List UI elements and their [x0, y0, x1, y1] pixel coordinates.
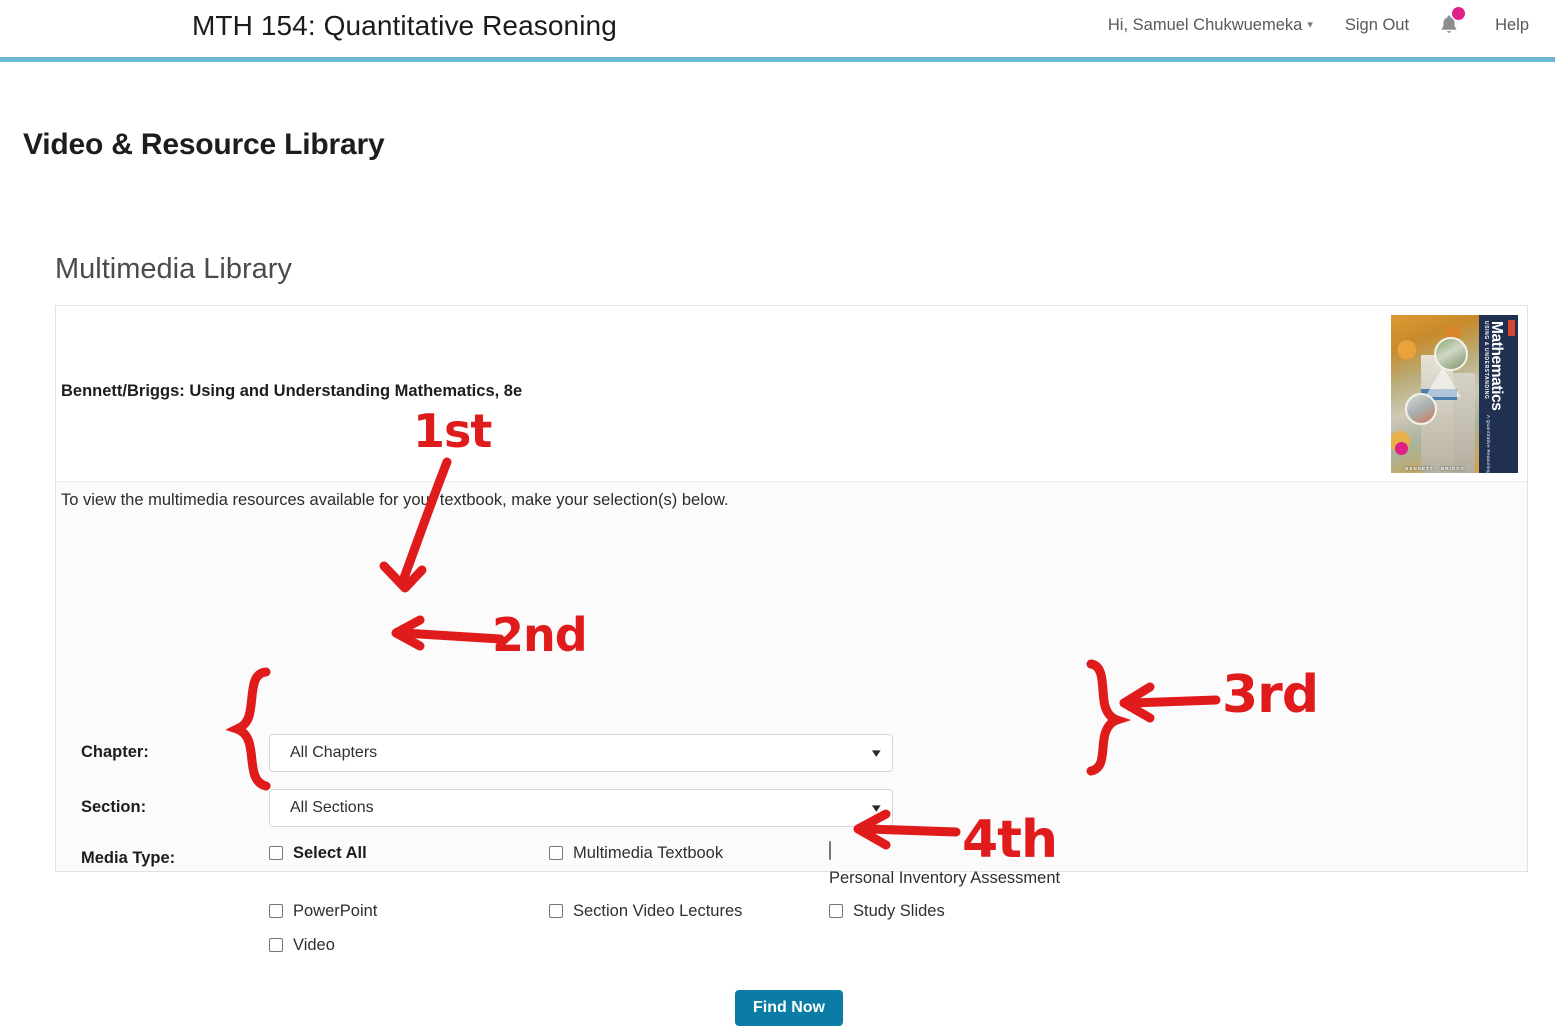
- section-label: Section:: [81, 798, 147, 816]
- notifications-button[interactable]: [1425, 7, 1479, 36]
- cover-photo-bubble-bottom: [1405, 393, 1437, 425]
- section-select-value: All Sections: [290, 799, 374, 816]
- checkbox-box-icon[interactable]: [829, 904, 843, 918]
- checkbox-section-video-lectures[interactable]: Section Video Lectures: [549, 900, 829, 934]
- find-now-button[interactable]: Find Now: [735, 990, 843, 1026]
- course-title: MTH 154: Quantitative Reasoning: [192, 10, 617, 41]
- textbook-title: Bennett/Briggs: Using and Understanding …: [61, 382, 523, 400]
- media-type-label: Media Type:: [81, 849, 176, 867]
- textbook-cover-image: BENNETT • BRIGGS USING & UNDERSTANDING M…: [1391, 315, 1518, 473]
- checkbox-label: Multimedia Textbook: [573, 844, 724, 862]
- sign-out-link[interactable]: Sign Out: [1329, 16, 1425, 35]
- cover-authors: BENNETT • BRIGGS: [1405, 466, 1465, 471]
- notification-badge: [1452, 7, 1466, 20]
- user-menu[interactable]: Hi, Samuel Chukwuemeka ▾: [1092, 16, 1329, 35]
- cover-spine-accent: [1508, 320, 1515, 336]
- checkbox-powerpoint[interactable]: PowerPoint: [269, 900, 549, 934]
- page-title: Video & Resource Library: [23, 128, 385, 161]
- cover-photo: BENNETT • BRIGGS: [1391, 315, 1479, 473]
- chevron-down-icon: ▾: [872, 800, 882, 815]
- cover-photo-bubble-top: [1434, 337, 1468, 371]
- checkbox-label: Personal Inventory Assessment: [829, 869, 1061, 887]
- media-type-options: Select All Multimedia Textbook Personal …: [269, 841, 1329, 968]
- checkbox-box-icon[interactable]: [829, 841, 831, 860]
- checkbox-box-icon[interactable]: [549, 846, 563, 860]
- top-header: MTH 154: Quantitative Reasoning Hi, Samu…: [0, 0, 1555, 57]
- checkbox-video[interactable]: Video: [269, 934, 549, 968]
- chapter-select[interactable]: All Chapters ▾: [269, 734, 893, 772]
- user-greeting-label: Hi, Samuel Chukwuemeka: [1107, 15, 1303, 34]
- checkbox-label: Select All: [293, 844, 367, 862]
- checkbox-label: PowerPoint: [293, 902, 378, 920]
- checkbox-label: Video: [293, 936, 335, 954]
- section-heading: Multimedia Library: [55, 253, 292, 285]
- checkbox-box-icon[interactable]: [269, 904, 283, 918]
- cover-spine-subtitle-bottom: A Quantitative Reasoning Approach: [1486, 415, 1491, 473]
- header-divider: [0, 57, 1555, 62]
- card-header: Bennett/Briggs: Using and Understanding …: [56, 306, 1527, 482]
- card-body: To view the multimedia resources availab…: [56, 482, 1527, 1026]
- section-select[interactable]: All Sections ▾: [269, 789, 893, 827]
- checkbox-box-icon[interactable]: [269, 938, 283, 952]
- checkbox-multimedia-textbook[interactable]: Multimedia Textbook: [549, 842, 829, 900]
- multimedia-library-card: Bennett/Briggs: Using and Understanding …: [55, 305, 1528, 1026]
- help-link[interactable]: Help: [1479, 16, 1545, 35]
- pearson-logo-icon: [1395, 442, 1408, 455]
- checkbox-personal-inventory-assessment[interactable]: Personal Inventory Assessment: [829, 841, 1129, 900]
- checkbox-select-all[interactable]: Select All: [269, 842, 549, 900]
- checkbox-study-slides[interactable]: Study Slides: [829, 900, 1129, 934]
- chapter-label: Chapter:: [81, 743, 149, 761]
- chevron-down-icon: ▾: [1307, 18, 1313, 31]
- chapter-select-value: All Chapters: [290, 744, 378, 761]
- checkbox-label: Section Video Lectures: [573, 902, 743, 920]
- cover-spine-title: Mathematics: [1488, 321, 1505, 411]
- cover-triangle-shape: [1425, 367, 1461, 397]
- header-nav: Hi, Samuel Chukwuemeka ▾ Sign Out Help: [1092, 7, 1545, 36]
- checkbox-box-icon[interactable]: [549, 904, 563, 918]
- cover-spine: USING & UNDERSTANDING Mathematics A Quan…: [1479, 315, 1518, 473]
- checkbox-box-icon[interactable]: [269, 846, 283, 860]
- checkbox-label: Study Slides: [853, 902, 945, 920]
- chevron-down-icon: ▾: [872, 745, 882, 760]
- instructions-text: To view the multimedia resources availab…: [61, 491, 729, 509]
